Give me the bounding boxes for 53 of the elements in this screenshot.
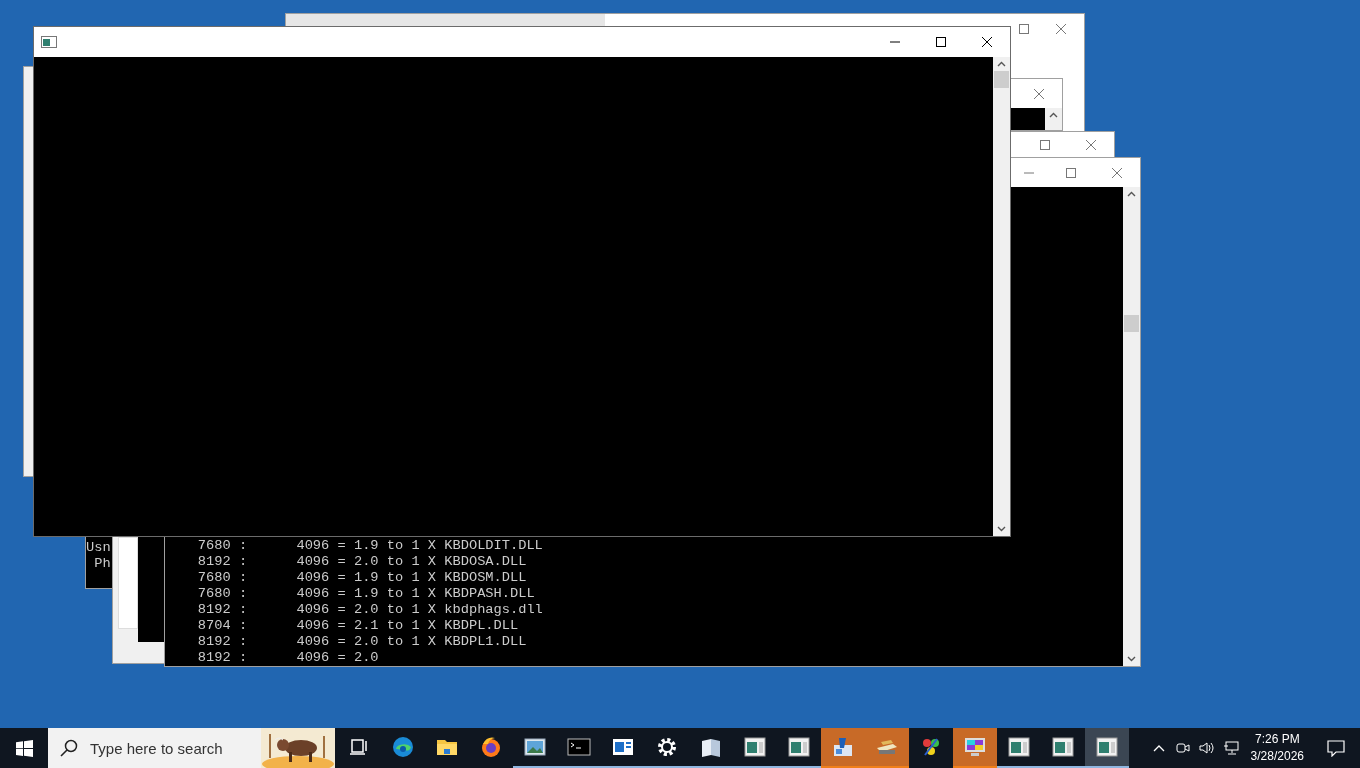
console-line: 8704 : 4096 = 2.1 to 1 X KBDPL.DLL: [196, 618, 519, 634]
scrollbar-thumb[interactable]: [994, 71, 1009, 88]
scrollbar-thumb[interactable]: [1124, 315, 1139, 332]
taskbar-app-button[interactable]: [1085, 728, 1129, 768]
scrollbar[interactable]: [993, 57, 1010, 536]
scroll-down-icon: [1127, 656, 1136, 662]
network-icon: [1222, 740, 1239, 756]
console-line: Ph: [93, 556, 111, 572]
console-line: 7680 : 4096 = 1.9 to 1 X KBDOSM.DLL: [196, 570, 527, 586]
scrollbar[interactable]: [1123, 187, 1140, 666]
search-input[interactable]: Type here to search: [88, 738, 251, 758]
maximize-icon: [936, 37, 946, 47]
chevron-up-icon: [1152, 744, 1165, 752]
console-window-icon: [1095, 735, 1119, 759]
window-icon: [41, 36, 57, 48]
console-line: 7680 : 4096 = 1.9 to 1 X KBDOLDIT.DLL: [196, 538, 543, 554]
scroll-down-icon: [997, 526, 1006, 532]
browser-icon: [391, 735, 415, 759]
console-line: 8192 : 4096 = 2.0 to 1 X kbdphags.dll: [196, 602, 543, 618]
search-bar[interactable]: Type here to search: [48, 728, 335, 768]
console-line: 8192 : 4096 = 2.0 to 1 X KBDOSA.DLL: [196, 554, 527, 570]
console-line: 8192 : 4096 = 2.0: [196, 650, 379, 666]
camera-icon: [1175, 741, 1190, 755]
terminal-icon: [567, 735, 591, 759]
console-window-icon: [787, 735, 811, 759]
scroll-up-icon: [1049, 112, 1058, 118]
console-window-icon: [1051, 735, 1075, 759]
console-line: 7680 : 4096 = 1.9 to 1 X KBDPASH.DLL: [196, 586, 535, 602]
console-line: Usn: [86, 540, 111, 556]
installer-icon: [831, 735, 855, 759]
scroll-up-icon: [997, 61, 1006, 67]
close-icon: [1086, 140, 1096, 150]
clock-button[interactable]: 7:26 PM 3/28/2026: [1242, 728, 1312, 768]
maximize-icon: [1040, 140, 1050, 150]
scroll-up-icon: [1127, 191, 1136, 197]
close-icon: [1112, 167, 1122, 178]
settings-icon: [655, 735, 679, 759]
scrollbar[interactable]: [1045, 108, 1062, 130]
windows-logo-icon: [15, 739, 33, 757]
firefox-icon: [479, 735, 503, 759]
chat-bubble-icon: [1327, 739, 1345, 757]
monitor-icon: [963, 735, 987, 759]
close-icon: [982, 37, 992, 47]
close-icon: [1056, 23, 1066, 34]
console-window-icon: [743, 735, 767, 759]
maximize-icon: [1066, 167, 1076, 178]
close-icon: [1034, 88, 1044, 99]
maximize-icon: [1019, 23, 1029, 34]
console-line: 8192 : 4096 = 2.0 to 1 X KBDPL1.DLL: [196, 634, 527, 650]
photo-icon: [523, 735, 547, 759]
console-window-icon: [1007, 735, 1031, 759]
search-icon: [60, 739, 78, 757]
speaker-icon: [1198, 741, 1215, 755]
